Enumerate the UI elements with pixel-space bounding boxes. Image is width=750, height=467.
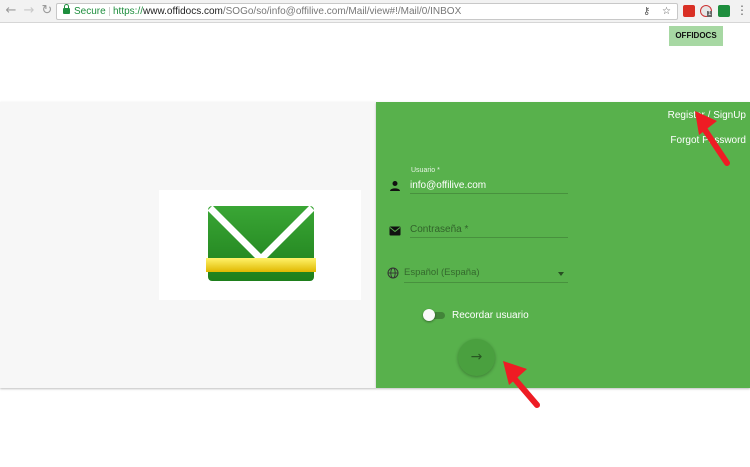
url-path: /SOGo/so/info@offilive.com/Mail/view#!/M… <box>222 6 462 17</box>
divider <box>109 7 110 16</box>
browser-menu-icon[interactable]: ⋮ <box>736 3 748 17</box>
reload-icon[interactable]: ↻ <box>40 4 54 18</box>
username-input[interactable] <box>410 177 568 194</box>
toggle-knob <box>423 309 435 321</box>
bookmark-star-icon[interactable]: ☆ <box>662 4 671 19</box>
lock-icon <box>63 4 70 14</box>
browser-toolbar: ← → ↻ Secure https://www.offidocs.com/SO… <box>0 0 750 23</box>
extension-badge-icon[interactable]: 1 <box>700 5 713 17</box>
url-scheme: https:// <box>113 6 144 17</box>
logo-card <box>159 190 361 300</box>
envelope-icon <box>389 226 401 236</box>
offidocs-badge[interactable]: OFFIDOCS <box>669 26 723 46</box>
logo-panel <box>0 102 376 388</box>
back-icon[interactable]: ← <box>4 4 18 18</box>
secure-label: Secure <box>74 6 106 17</box>
url-host: www.offidocs.com <box>143 6 223 17</box>
mail-extension-icon[interactable] <box>683 5 695 17</box>
person-icon <box>390 181 400 191</box>
language-value: Español (España) <box>404 267 480 278</box>
address-bar[interactable]: Secure https://www.offidocs.com/SOGo/so/… <box>56 3 678 20</box>
extension-badge-count: 1 <box>707 11 713 17</box>
key-icon[interactable]: ⚷ <box>643 4 650 19</box>
remember-user-label: Recordar usuario <box>452 310 529 321</box>
username-label: Usuario * <box>411 167 440 174</box>
forward-icon[interactable]: → <box>22 4 36 18</box>
gmail-extension-icon[interactable] <box>718 5 730 17</box>
annotation-arrow-icon <box>695 111 730 166</box>
globe-icon <box>387 267 399 279</box>
envelope-logo-icon <box>206 205 316 281</box>
annotation-arrow-icon <box>503 361 540 408</box>
chevron-down-icon <box>558 272 564 276</box>
arrow-right-icon: → <box>470 349 483 365</box>
password-input[interactable] <box>410 221 568 238</box>
url-text[interactable]: https://www.offidocs.com/SOGo/so/info@of… <box>113 4 461 19</box>
remember-user-toggle[interactable] <box>423 309 447 321</box>
language-select[interactable]: Español (España) <box>404 265 568 283</box>
login-submit-button[interactable]: → <box>458 339 495 376</box>
